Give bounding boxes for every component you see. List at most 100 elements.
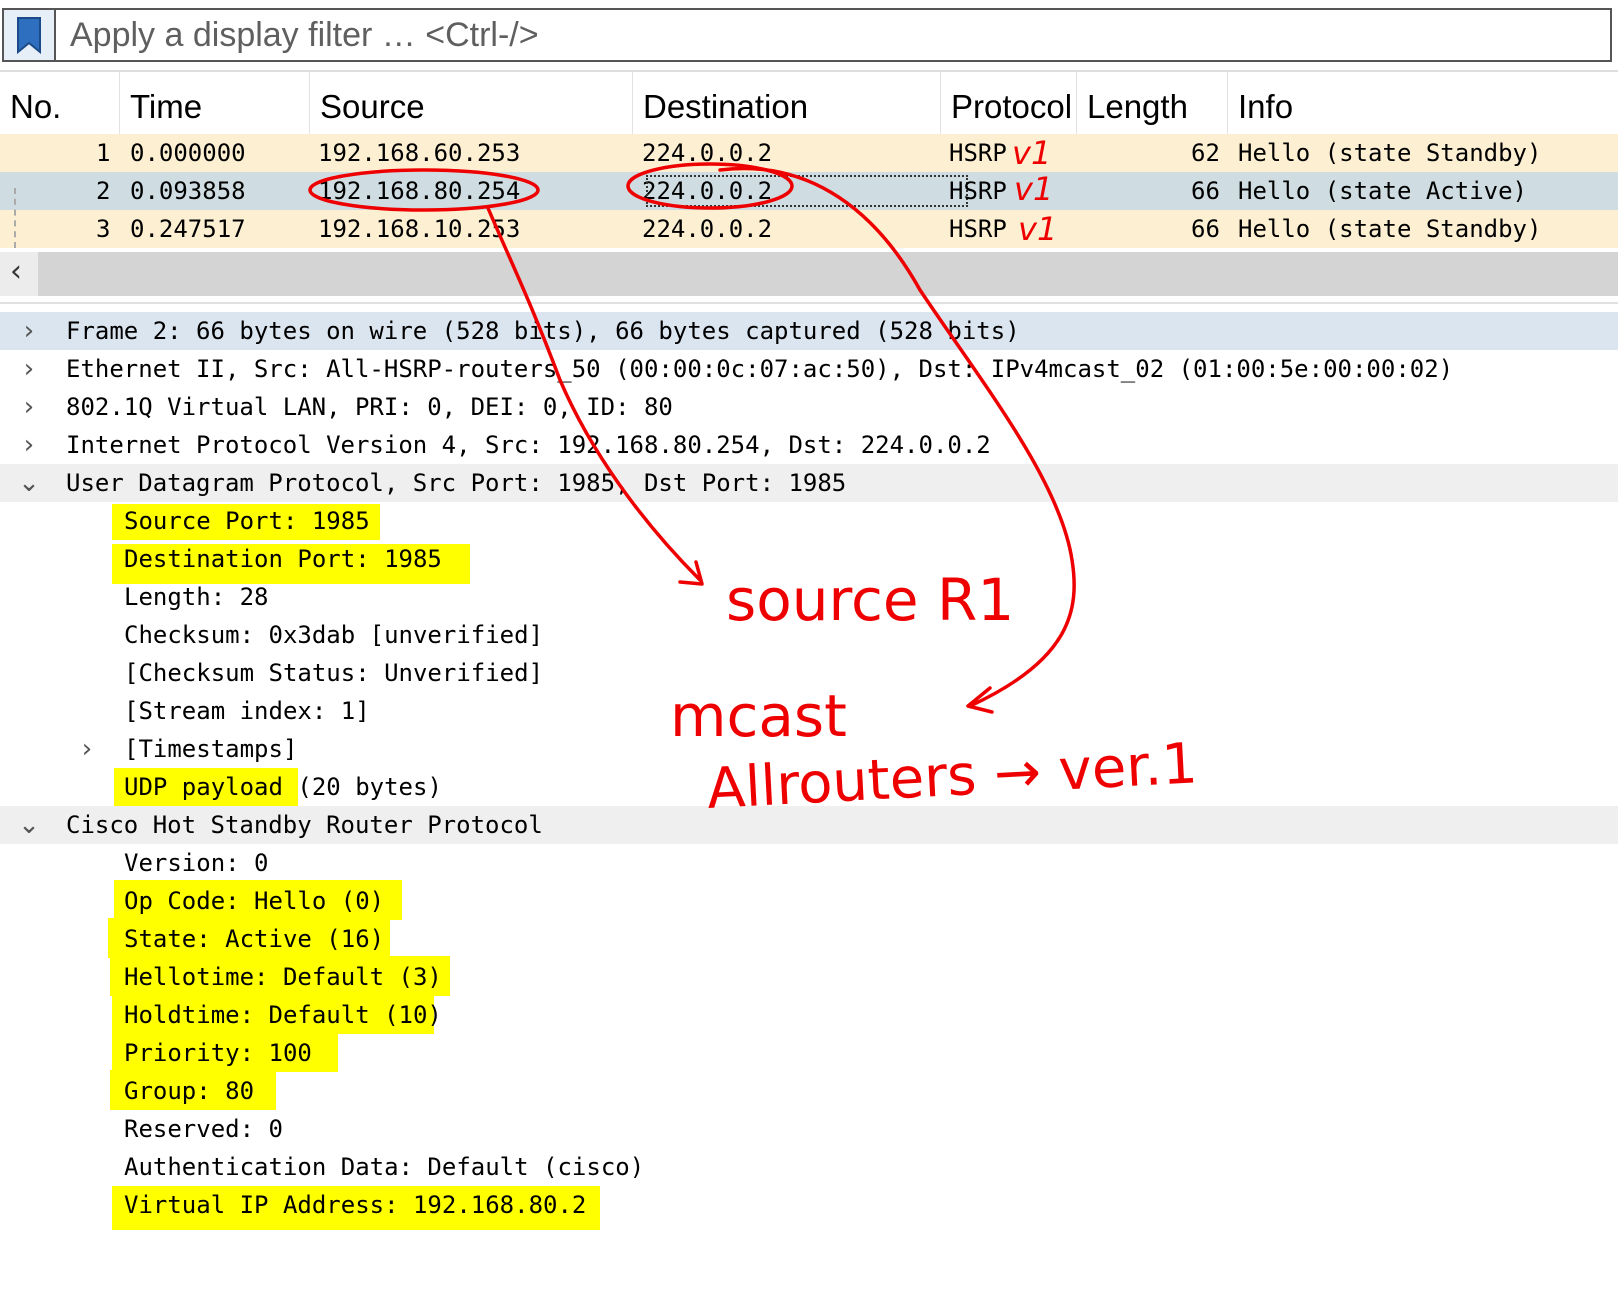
tree-field-length[interactable]: Length: 28	[0, 578, 1618, 616]
field-label: Destination Port: 1985	[124, 545, 442, 573]
tree-item-hsrp[interactable]: ⌄ Cisco Hot Standby Router Protocol	[0, 806, 1618, 844]
col-header-destination[interactable]: Destination	[633, 72, 941, 142]
col-header-protocol[interactable]: Protocol	[941, 72, 1077, 142]
tree-item-ethernet[interactable]: › Ethernet II, Src: All-HSRP-routers_50 …	[0, 350, 1618, 388]
tree-field-checksum-status[interactable]: [Checksum Status: Unverified]	[0, 654, 1618, 692]
packet-info: Hello (state Standby)	[1238, 215, 1542, 243]
tree-item-vlan[interactable]: › 802.1Q Virtual LAN, PRI: 0, DEI: 0, ID…	[0, 388, 1618, 426]
packet-info: Hello (state Standby)	[1238, 139, 1542, 167]
tree-item-frame[interactable]: › Frame 2: 66 bytes on wire (528 bits), …	[0, 312, 1618, 350]
horizontal-scrollbar[interactable]: ‹	[0, 252, 1618, 296]
field-label: Version: 0	[124, 849, 269, 877]
tree-item-ipv4[interactable]: › Internet Protocol Version 4, Src: 192.…	[0, 426, 1618, 464]
chevron-right-icon[interactable]: ›	[14, 312, 44, 350]
packet-time: 0.000000	[130, 139, 246, 167]
chevron-right-icon[interactable]: ›	[72, 730, 102, 768]
packet-no: 1	[96, 139, 111, 167]
col-header-time[interactable]: Time	[120, 72, 310, 142]
packet-destination: 224.0.0.2	[642, 215, 773, 243]
packet-time: 0.247517	[130, 215, 246, 243]
packet-time: 0.093858	[130, 177, 246, 205]
chevron-down-icon[interactable]: ⌄	[14, 806, 44, 844]
tree-field-checksum[interactable]: Checksum: 0x3dab [unverified]	[0, 616, 1618, 654]
tree-field-stream-index[interactable]: [Stream index: 1]	[0, 692, 1618, 730]
packet-protocol: HSRP	[949, 139, 1007, 167]
packet-protocol: HSRP	[949, 177, 1007, 205]
display-filter-toolbar	[0, 0, 1618, 70]
col-header-length[interactable]: Length	[1077, 72, 1228, 142]
tree-item-label: 802.1Q Virtual LAN, PRI: 0, DEI: 0, ID: …	[66, 393, 673, 421]
tree-item-timestamps[interactable]: › [Timestamps]	[0, 730, 1618, 768]
chevron-left-icon: ‹	[10, 254, 22, 289]
tree-field-virtual-ip[interactable]: Virtual IP Address: 192.168.80.2	[0, 1186, 1618, 1224]
tree-field-udp-payload[interactable]: UDP payload (20 bytes)	[0, 768, 1618, 806]
packet-list: No. Time Source Destination Protocol Len…	[0, 70, 1618, 302]
field-label: Source Port: 1985	[124, 507, 370, 535]
tree-field-src-port[interactable]: Source Port: 1985	[0, 502, 1618, 540]
tree-field-priority[interactable]: Priority: 100	[0, 1034, 1618, 1072]
col-header-source[interactable]: Source	[310, 72, 633, 142]
field-label: Hellotime: Default (3)	[124, 963, 442, 991]
field-label: Op Code: Hello (0)	[124, 887, 385, 915]
chevron-right-icon[interactable]: ›	[14, 350, 44, 388]
packet-source: 192.168.80.254	[318, 177, 521, 205]
field-label: Holdtime: Default (10)	[124, 1001, 442, 1029]
col-header-no[interactable]: No.	[0, 72, 120, 142]
tree-item-label: Cisco Hot Standby Router Protocol	[66, 811, 543, 839]
field-label: Virtual IP Address: 192.168.80.2	[124, 1191, 587, 1219]
display-filter-input[interactable]	[64, 14, 1606, 56]
tree-field-dst-port[interactable]: Destination Port: 1985	[0, 540, 1618, 578]
tree-field-reserved[interactable]: Reserved: 0	[0, 1110, 1618, 1148]
tree-field-group[interactable]: Group: 80	[0, 1072, 1618, 1110]
payload-label: UDP payload	[124, 773, 283, 801]
field-label: [Checksum Status: Unverified]	[124, 659, 544, 687]
packet-destination: 224.0.0.2	[642, 139, 773, 167]
tree-item-label: User Datagram Protocol, Src Port: 1985, …	[66, 469, 847, 497]
tree-item-udp[interactable]: ⌄ User Datagram Protocol, Src Port: 1985…	[0, 464, 1618, 502]
tree-item-label: Internet Protocol Version 4, Src: 192.16…	[66, 431, 991, 459]
bookmark-icon	[17, 17, 41, 54]
field-label: Priority: 100	[124, 1039, 312, 1067]
tree-field-auth[interactable]: Authentication Data: Default (cisco)	[0, 1148, 1618, 1186]
field-label: [Stream index: 1]	[124, 697, 370, 725]
col-header-info[interactable]: Info	[1228, 72, 1618, 142]
filter-bookmark-button[interactable]	[4, 10, 56, 60]
field-label: Checksum: 0x3dab [unverified]	[124, 621, 544, 649]
packet-no: 2	[96, 177, 111, 205]
tree-field-version[interactable]: Version: 0	[0, 844, 1618, 882]
packet-info: Hello (state Active)	[1238, 177, 1527, 205]
field-label: [Timestamps]	[124, 735, 298, 763]
packet-protocol: HSRP	[949, 215, 1007, 243]
packet-length: 62	[1191, 139, 1220, 167]
packet-row-selected[interactable]: 2 0.093858 192.168.80.254 224.0.0.2 HSRP…	[0, 172, 1618, 210]
packet-details-tree: › Frame 2: 66 bytes on wire (528 bits), …	[0, 312, 1618, 1290]
tree-field-holdtime[interactable]: Holdtime: Default (10)	[0, 996, 1618, 1034]
packet-source: 192.168.10.253	[318, 215, 521, 243]
packet-row[interactable]: 3 0.247517 192.168.10.253 224.0.0.2 HSRP…	[0, 210, 1618, 248]
field-label: Authentication Data: Default (cisco)	[124, 1153, 645, 1181]
field-label: Group: 80	[124, 1077, 255, 1105]
field-label: UDP payload (20 bytes)	[124, 768, 442, 806]
packet-source: 192.168.60.253	[318, 139, 521, 167]
field-label: State: Active (16)	[124, 925, 385, 953]
tree-item-label: Ethernet II, Src: All-HSRP-routers_50 (0…	[66, 355, 1454, 383]
chevron-down-icon[interactable]: ⌄	[14, 464, 44, 502]
focused-cell-outline	[646, 175, 968, 207]
tree-field-opcode[interactable]: Op Code: Hello (0)	[0, 882, 1618, 920]
field-label: Reserved: 0	[124, 1115, 283, 1143]
payload-size: (20 bytes)	[282, 773, 442, 801]
packet-no: 3	[96, 215, 111, 243]
chevron-right-icon[interactable]: ›	[14, 426, 44, 464]
packet-length: 66	[1191, 177, 1220, 205]
tree-item-label: Frame 2: 66 bytes on wire (528 bits), 66…	[66, 317, 1020, 345]
tree-field-state[interactable]: State: Active (16)	[0, 920, 1618, 958]
chevron-right-icon[interactable]: ›	[14, 388, 44, 426]
packet-list-header: No. Time Source Destination Protocol Len…	[0, 70, 1618, 142]
packet-row[interactable]: 1 0.000000 192.168.60.253 224.0.0.2 HSRP…	[0, 134, 1618, 172]
scroll-left-button[interactable]: ‹	[0, 252, 38, 296]
packet-length: 66	[1191, 215, 1220, 243]
display-filter-box	[2, 8, 1612, 62]
field-label: Length: 28	[124, 583, 269, 611]
related-packet-indicator	[14, 188, 26, 248]
tree-field-hellotime[interactable]: Hellotime: Default (3)	[0, 958, 1618, 996]
